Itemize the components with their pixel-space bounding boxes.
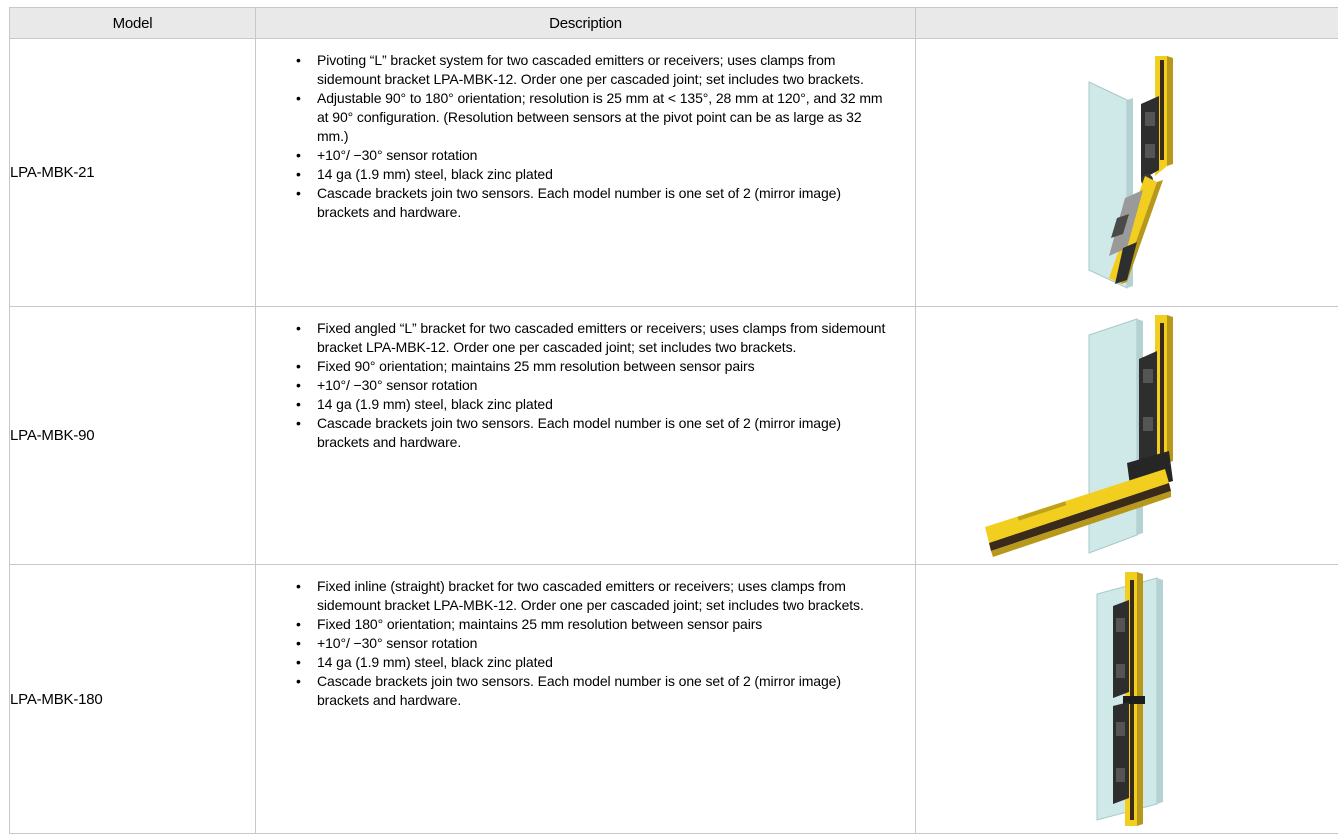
bullet-text: Fixed 180° orientation; maintains 25 mm … [317,616,762,632]
model-cell: LPA-MBK-180 [10,565,256,834]
bullet-text: Adjustable 90° to 180° orientation; reso… [317,90,882,144]
bullet-list: •Pivoting “L” bracket system for two cas… [256,39,915,222]
bullet-text: Pivoting “L” bracket system for two casc… [317,52,864,87]
list-item: •Pivoting “L” bracket system for two cas… [256,51,915,89]
bullet-text: +10°/ −30° sensor rotation [317,377,477,393]
image-cell [916,307,1338,565]
bullet-text: Fixed inline (straight) bracket for two … [317,578,864,613]
model-cell: LPA-MBK-90 [10,307,256,565]
list-item: •Cascade brackets join two sensors. Each… [256,672,915,710]
image-cell [916,565,1338,834]
list-item: •14 ga (1.9 mm) steel, black zinc plated [256,653,915,672]
image-cell [916,39,1338,307]
bullet-text: 14 ga (1.9 mm) steel, black zinc plated [317,654,553,670]
table-row: LPA-MBK-180 •Fixed inline (straight) bra… [10,565,1338,834]
list-item: •+10°/ −30° sensor rotation [256,376,915,395]
fixed-angled-l-bracket-photo [977,313,1277,558]
list-item: •+10°/ −30° sensor rotation [256,634,915,653]
bullet-text: Fixed angled “L” bracket for two cascade… [317,320,885,355]
list-item: •Cascade brackets join two sensors. Each… [256,184,915,222]
bullet-text: Cascade brackets join two sensors. Each … [317,415,841,450]
bullet-text: 14 ga (1.9 mm) steel, black zinc plated [317,396,553,412]
list-item: •Adjustable 90° to 180° orientation; res… [256,89,915,146]
table-row: LPA-MBK-21 •Pivoting “L” bracket system … [10,39,1338,307]
header-image [916,8,1338,39]
fixed-inline-bracket-photo [977,572,1277,827]
description-cell: •Pivoting “L” bracket system for two cas… [256,39,916,307]
model-cell: LPA-MBK-21 [10,39,256,307]
pivoting-l-bracket-photo [977,48,1277,298]
table-row: LPA-MBK-90 •Fixed angled “L” bracket for… [10,307,1338,565]
list-item: •14 ga (1.9 mm) steel, black zinc plated [256,165,915,184]
bullet-text: Cascade brackets join two sensors. Each … [317,185,841,220]
bracket-spec-table: Model Description LPA-MBK-21 •Pivoting “… [9,7,1338,834]
header-description: Description [256,8,916,39]
header-row: Model Description [10,8,1338,39]
bullet-text: +10°/ −30° sensor rotation [317,635,477,651]
bullet-text: Cascade brackets join two sensors. Each … [317,673,841,708]
list-item: •Fixed 90° orientation; maintains 25 mm … [256,357,915,376]
bullet-text: 14 ga (1.9 mm) steel, black zinc plated [317,166,553,182]
bullet-list: •Fixed angled “L” bracket for two cascad… [256,307,915,452]
header-model: Model [10,8,256,39]
list-item: •Cascade brackets join two sensors. Each… [256,414,915,452]
bullet-list: •Fixed inline (straight) bracket for two… [256,565,915,710]
list-item: •Fixed inline (straight) bracket for two… [256,577,915,615]
list-item: •+10°/ −30° sensor rotation [256,146,915,165]
list-item: •Fixed 180° orientation; maintains 25 mm… [256,615,915,634]
description-cell: •Fixed inline (straight) bracket for two… [256,565,916,834]
bullet-text: +10°/ −30° sensor rotation [317,147,477,163]
list-item: •Fixed angled “L” bracket for two cascad… [256,319,915,357]
list-item: •14 ga (1.9 mm) steel, black zinc plated [256,395,915,414]
description-cell: •Fixed angled “L” bracket for two cascad… [256,307,916,565]
bullet-text: Fixed 90° orientation; maintains 25 mm r… [317,358,755,374]
